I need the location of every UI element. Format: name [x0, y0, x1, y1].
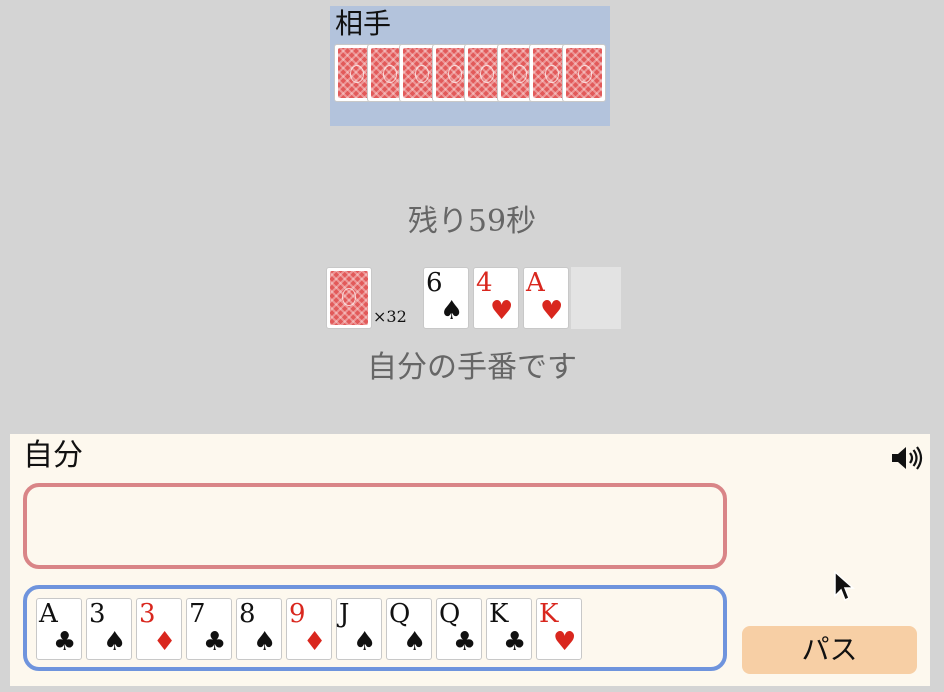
field-card: A ♥ [523, 267, 569, 329]
timer-text: 残り59秒 [407, 204, 537, 239]
card-suit: ♥ [553, 627, 577, 657]
card-rank: J [339, 599, 350, 629]
opponent-panel: 相手 [330, 6, 610, 126]
deck-pile[interactable] [326, 267, 372, 329]
card-rank: 3 [89, 599, 106, 629]
card-rank: 3 [139, 599, 156, 629]
card-rank: A [39, 599, 58, 629]
card-rank: 6 [426, 268, 443, 298]
card-suit: ♠ [103, 627, 127, 657]
hand-card[interactable]: J ♠ [336, 598, 382, 660]
player-label: 自分 [23, 438, 83, 473]
hand-card[interactable]: 3 ♦ [136, 598, 182, 660]
card-rank: 7 [189, 599, 206, 629]
card-rank: Q [389, 599, 411, 629]
card-suit: ♣ [203, 627, 227, 657]
hand-card[interactable]: A ♣ [36, 598, 82, 660]
mouse-cursor-icon [834, 570, 855, 602]
player-panel: 自分 A ♣ 3 ♠ 3 ♦ 7 ♣ 8 ♠ 9 ♦ J ♠ Q ♠ Q ♣ K ♣ K ♥ パス [10, 434, 930, 686]
card-rank: 8 [239, 599, 256, 629]
empty-card-slot [571, 267, 621, 329]
card-suit: ♠ [353, 627, 377, 657]
card-rank: A [526, 268, 545, 298]
card-suit: ♦ [303, 627, 327, 657]
pass-button[interactable]: パス [742, 626, 917, 674]
deck-count: ×32 [373, 307, 407, 326]
card-rank: K [539, 599, 559, 629]
play-area[interactable] [23, 483, 727, 569]
hand-card[interactable]: 8 ♠ [236, 598, 282, 660]
card-suit: ♣ [53, 627, 77, 657]
hand-card[interactable]: K ♣ [486, 598, 532, 660]
card-rank: Q [439, 599, 461, 629]
card-rank: 4 [476, 268, 493, 298]
hand-card[interactable]: Q ♠ [386, 598, 432, 660]
card-suit: ♠ [440, 296, 464, 326]
player-hand-area: A ♣ 3 ♠ 3 ♦ 7 ♣ 8 ♠ 9 ♦ J ♠ Q ♠ Q ♣ K ♣ K ♥ [23, 585, 727, 671]
hand-card[interactable]: 9 ♦ [286, 598, 332, 660]
card-rank: 9 [289, 599, 306, 629]
opponent-label: 相手 [335, 7, 392, 40]
hand-card[interactable]: 7 ♣ [186, 598, 232, 660]
turn-status: 自分の手番です [367, 350, 577, 385]
card-suit: ♥ [490, 296, 514, 326]
card-suit: ♠ [253, 627, 277, 657]
hand-card[interactable]: Q ♣ [436, 598, 482, 660]
card-suit: ♣ [453, 627, 477, 657]
card-suit: ♦ [153, 627, 177, 657]
hand-card[interactable]: 3 ♠ [86, 598, 132, 660]
field-card: 4 ♥ [473, 267, 519, 329]
opponent-card-back [561, 44, 606, 102]
card-suit: ♠ [403, 627, 427, 657]
field-card: 6 ♠ [423, 267, 469, 329]
card-suit: ♣ [503, 627, 527, 657]
card-suit: ♥ [540, 296, 564, 326]
speaker-icon[interactable] [890, 444, 924, 472]
hand-card[interactable]: K ♥ [536, 598, 582, 660]
card-rank: K [489, 599, 509, 629]
